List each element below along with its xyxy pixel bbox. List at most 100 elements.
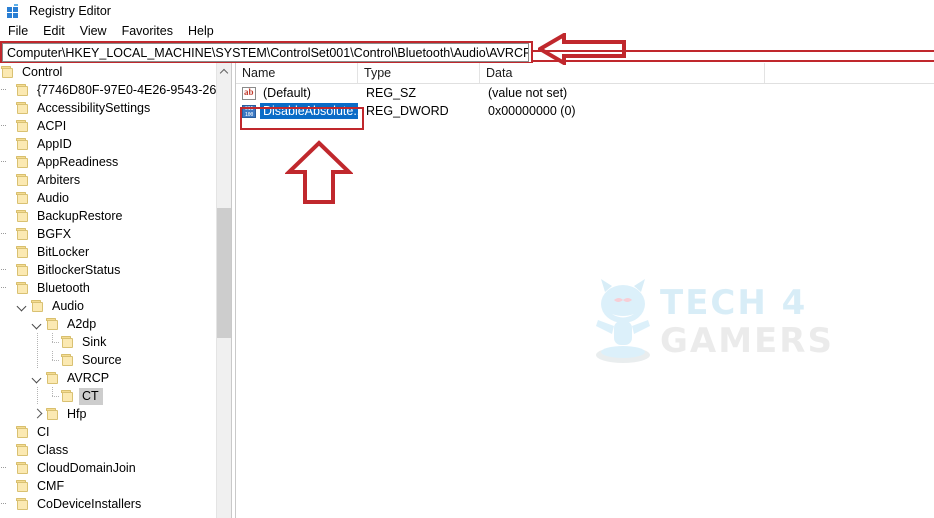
tree-item-label: BitlockerStatus (37, 262, 121, 277)
registry-values-list[interactable]: (Default) REG_SZ (value not set) DisableAbs… (236, 84, 934, 120)
column-header-name[interactable]: Name (236, 63, 358, 83)
tree-item-label: CloudDomainJoin (37, 460, 136, 475)
tree-item-class[interactable]: Class (0, 441, 231, 459)
reg-dword-icon (242, 104, 256, 118)
value-name-label: DisableAbsolute... (260, 103, 358, 119)
folder-icon (15, 83, 30, 97)
chevron-down-icon[interactable] (30, 315, 45, 333)
value-data-cell: (value not set) (488, 86, 568, 100)
menu-item-help[interactable]: Help (188, 24, 223, 38)
tree-item-label: AccessibilitySettings (37, 100, 151, 115)
tree-item-audio[interactable]: Audio (0, 297, 231, 315)
menu-item-file[interactable]: File (8, 24, 37, 38)
tree-item-appid[interactable]: AppID (0, 135, 231, 153)
tree-scrollbar[interactable] (216, 63, 231, 518)
address-bar-arrow-annotation (538, 33, 626, 65)
folder-icon (15, 209, 30, 223)
tree-item-label: CT (79, 387, 103, 405)
folder-icon (15, 155, 30, 169)
mascot-icon (596, 279, 650, 363)
scroll-up-icon[interactable] (217, 63, 231, 79)
tree-item-codeviceinstallers[interactable]: CoDeviceInstallers (0, 495, 231, 513)
menu-item-view[interactable]: View (80, 24, 116, 38)
watermark-line-1: TECH 4 (660, 283, 808, 323)
tree-scrollbar-thumb[interactable] (217, 208, 231, 338)
tree-item-7746d80f-97e0-4e26-9543-26b41fc22[interactable]: {7746D80F-97E0-4E26-9543-26B41FC22 (0, 81, 231, 99)
value-name-cell[interactable]: (Default) (236, 84, 358, 102)
registry-tree[interactable]: Control {7746D80F-97E0-4E26-9543-26B41FC2… (0, 63, 231, 518)
tree-item-source[interactable]: Source (0, 351, 231, 369)
tree-item-label: A2dp (67, 316, 97, 331)
registry-values-pane[interactable]: Name Type Data (Default) REG_SZ (value not… (236, 63, 934, 518)
column-header-filler (765, 63, 934, 83)
value-data-cell: 0x00000000 (0) (488, 104, 576, 118)
tree-item-clouddomainjoin[interactable]: CloudDomainJoin (0, 459, 231, 477)
tree-item-sink[interactable]: Sink (0, 333, 231, 351)
registry-tree-pane[interactable]: Control {7746D80F-97E0-4E26-9543-26B41FC2… (0, 63, 231, 518)
folder-icon (15, 101, 30, 115)
table-row[interactable]: (Default) REG_SZ (value not set) (236, 84, 934, 102)
tree-indent (0, 225, 15, 243)
folder-icon (15, 137, 30, 151)
tree-item-ct[interactable]: CT (0, 387, 231, 405)
tree-item-label: CMF (37, 478, 65, 493)
folder-icon (60, 335, 75, 349)
tree-item-label: Sink (82, 334, 107, 349)
selected-value-arrow-annotation (285, 140, 353, 204)
menu-item-favorites[interactable]: Favorites (122, 24, 182, 38)
tree-item-arbiters[interactable]: Arbiters (0, 171, 231, 189)
tree-item-accessibilitysettings[interactable]: AccessibilitySettings (0, 99, 231, 117)
tree-item-ci[interactable]: CI (0, 423, 231, 441)
tree-item-label: Control (22, 64, 63, 79)
reg-sz-icon (242, 86, 256, 100)
tree-indent (0, 153, 15, 171)
tree-item-audio[interactable]: Audio (0, 189, 231, 207)
folder-icon (60, 353, 75, 367)
table-row[interactable]: DisableAbsolute... REG_DWORD 0x00000000 (0… (236, 102, 934, 120)
tree-item-backuprestore[interactable]: BackupRestore (0, 207, 231, 225)
menu-item-edit[interactable]: Edit (43, 24, 74, 38)
tree-item-label: ACPI (37, 118, 67, 133)
tree-item-bitlocker[interactable]: BitLocker (0, 243, 231, 261)
watermark-logo: TECH 4 GAMERS (592, 276, 832, 368)
tree-item-bitlockerstatus[interactable]: BitlockerStatus (0, 261, 231, 279)
chevron-right-icon[interactable] (30, 405, 45, 423)
tree-item-label: Class (37, 442, 69, 457)
tree-item-a2dp[interactable]: A2dp (0, 315, 231, 333)
address-input[interactable]: Computer\HKEY_LOCAL_MACHINE\SYSTEM\Contr… (2, 43, 529, 62)
tree-item-bgfx[interactable]: BGFX (0, 225, 231, 243)
window-title: Registry Editor (29, 4, 111, 18)
tree-item-appreadiness[interactable]: AppReadiness (0, 153, 231, 171)
chevron-down-icon[interactable] (15, 297, 30, 315)
folder-icon (15, 425, 30, 439)
chevron-down-icon[interactable] (30, 369, 45, 387)
tree-indent (0, 459, 15, 477)
tree-connector-icon (45, 351, 60, 369)
tree-item-avrcp[interactable]: AVRCP (0, 369, 231, 387)
tree-item-cmf[interactable]: CMF (0, 477, 231, 495)
folder-icon (60, 389, 75, 403)
column-header-type[interactable]: Type (358, 63, 480, 83)
tree-indent (0, 261, 15, 279)
tree-item-bluetooth[interactable]: Bluetooth (0, 279, 231, 297)
tree-item-control[interactable]: Control (0, 63, 231, 81)
tree-indent (30, 351, 45, 369)
value-name-cell[interactable]: DisableAbsolute... (236, 102, 358, 120)
tree-item-hfp[interactable]: Hfp (0, 405, 231, 423)
tree-item-acpi[interactable]: ACPI (0, 117, 231, 135)
folder-icon (30, 299, 45, 313)
column-header-data[interactable]: Data (480, 63, 765, 83)
tree-item-label: AVRCP (67, 370, 110, 385)
